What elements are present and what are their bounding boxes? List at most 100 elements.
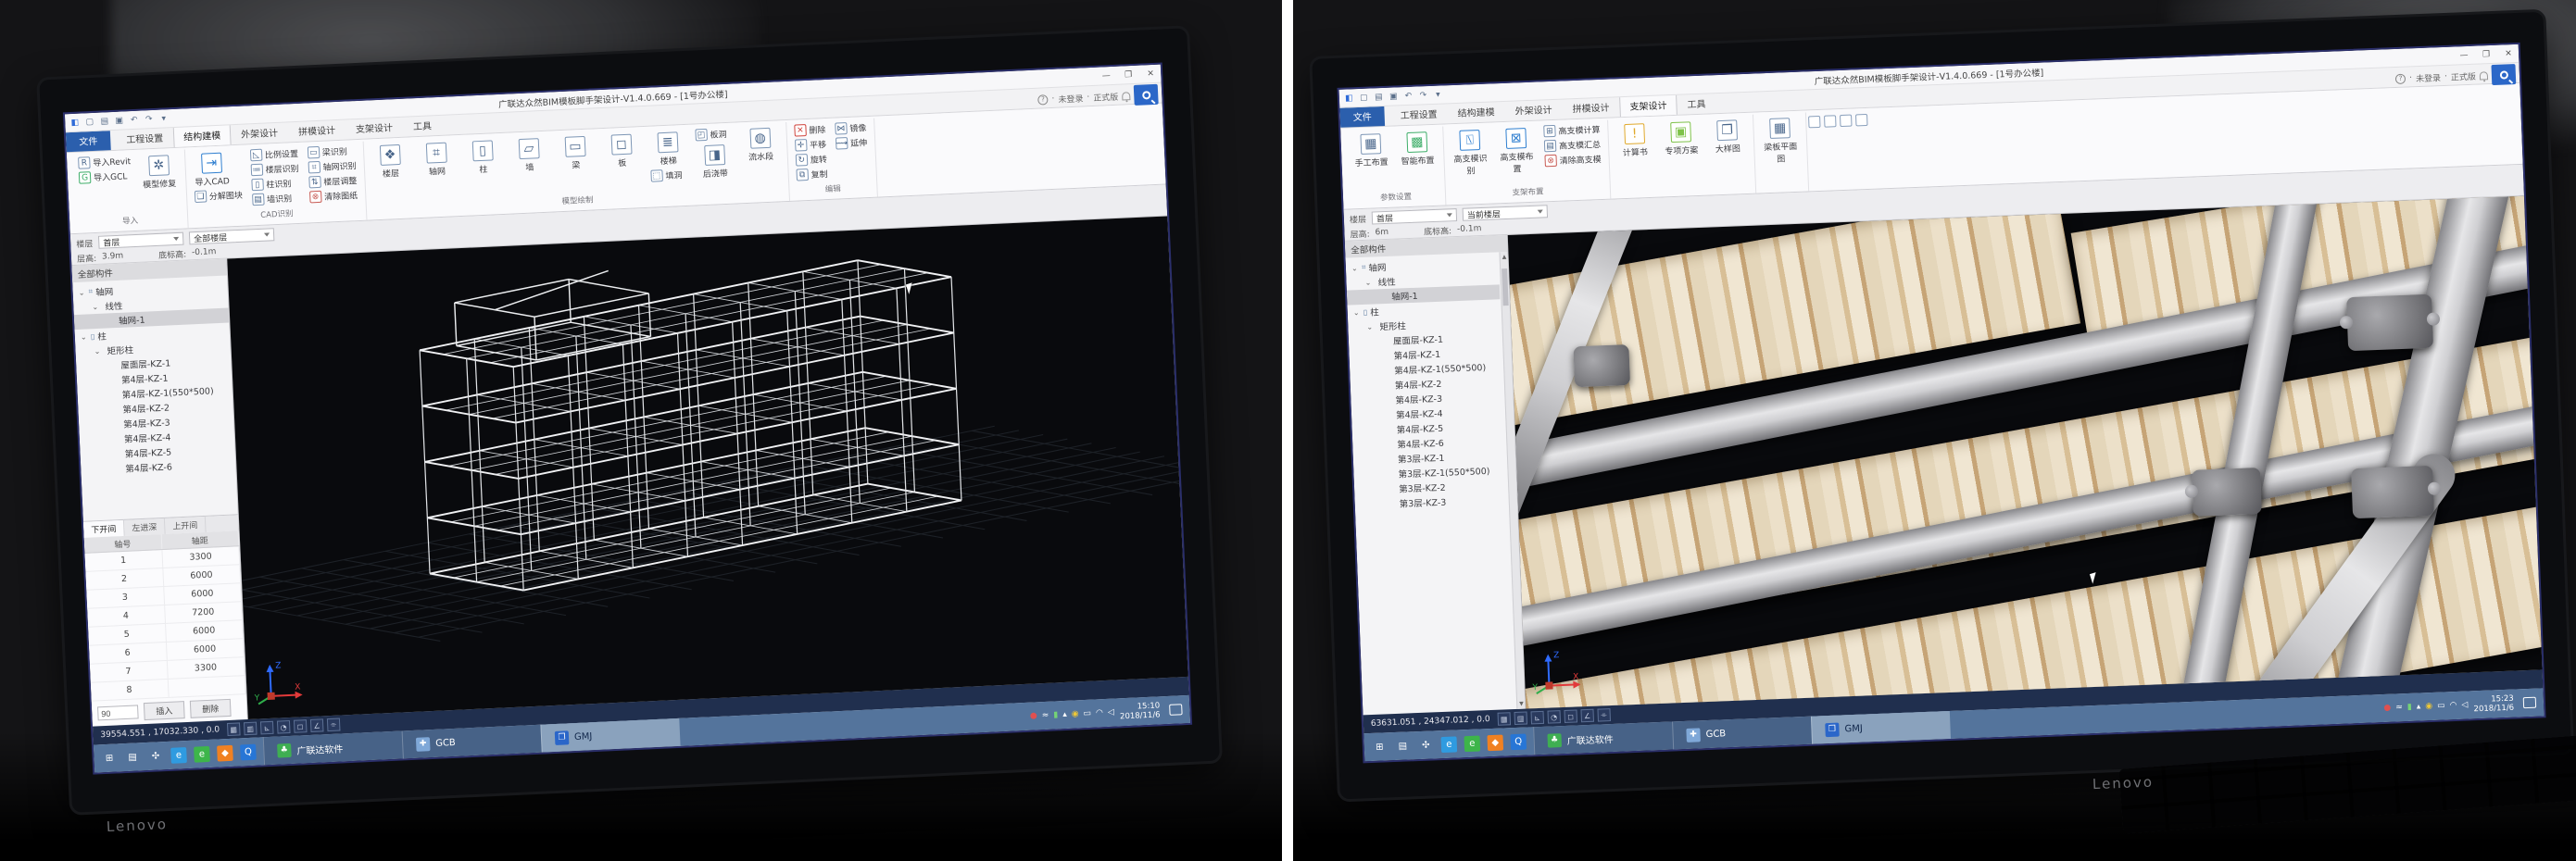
quick-access-icon[interactable]: ▢	[83, 116, 96, 129]
quick-access-icon[interactable]: ▢	[1358, 92, 1370, 104]
quick-access-icon[interactable]: ↶	[1402, 90, 1414, 102]
tray-icon[interactable]: ●	[2383, 704, 2391, 713]
axis-table-tab[interactable]: 下开间	[83, 520, 125, 538]
status-tool-icon[interactable]: ⌯	[1597, 708, 1611, 722]
ribbon-button[interactable]: ▤ 墙识别	[250, 191, 303, 207]
viewport-3d-building[interactable]: Z X Y	[227, 216, 1188, 719]
ribbon-button[interactable]: ▯ 柱	[461, 137, 504, 177]
tray-icon[interactable]: ◁	[2461, 701, 2468, 710]
ribbon-button[interactable]: ⬚ 填洞	[648, 168, 690, 183]
minimize-button[interactable]: —	[1100, 70, 1112, 81]
help-icon[interactable]: ?	[2395, 73, 2406, 83]
taskbar-app-icon[interactable]: ✣	[147, 748, 164, 765]
ribbon-button[interactable]: ✲ 模型修复	[138, 152, 181, 192]
ribbon-button[interactable]: ⍂ 高支模识别	[1449, 127, 1491, 179]
taskbar-app-icon[interactable]: Q	[1510, 733, 1527, 750]
bell-icon[interactable]	[1122, 92, 1130, 100]
tray-icon[interactable]: ▭	[1083, 709, 1091, 718]
ribbon-button[interactable]: ❐ 大样图	[1706, 117, 1749, 156]
ribbon-button[interactable]: ⋈ 镜像	[833, 120, 869, 136]
ribbon-button[interactable]: ⌗ 轴网	[415, 139, 458, 179]
ribbon-button[interactable]: ❖ 楼层	[370, 141, 412, 181]
status-tool-icon[interactable]: ▥	[244, 722, 258, 736]
bell-icon[interactable]	[2480, 71, 2488, 80]
login-status[interactable]: 未登录	[1058, 92, 1084, 105]
taskbar-app-icon[interactable]: e	[1464, 735, 1480, 752]
ribbon-button[interactable]: R 导入Revit	[76, 154, 132, 170]
taskbar-app-icon[interactable]: ◆	[217, 744, 233, 761]
ribbon-button[interactable]: ⊗ 清除图纸	[308, 188, 360, 205]
ribbon-button[interactable]: ⌗ 轴网识别	[306, 158, 358, 175]
search-button[interactable]	[2491, 64, 2516, 85]
ribbon-button[interactable]: ≣ 楼梯	[647, 129, 689, 168]
ribbon-button[interactable]: ◻ 板	[600, 131, 643, 170]
axis-value-input[interactable]	[97, 705, 139, 720]
view-mini-icon[interactable]	[1824, 115, 1836, 127]
ribbon-button[interactable]: ⇥ 导入CAD	[191, 149, 233, 189]
taskbar-app-icon[interactable]: ▤	[124, 749, 141, 766]
ribbon-button[interactable]: ⧉ 复制	[794, 167, 830, 182]
taskbar-clock[interactable]: 15:10 2018/11/6	[1119, 701, 1160, 721]
ribbon-button[interactable]: ▭ 梁识别	[306, 144, 358, 160]
taskbar-clock[interactable]: 15:23 2018/11/6	[2473, 693, 2514, 714]
quick-access-icon[interactable]: ◧	[69, 117, 82, 130]
ribbon-button[interactable]: ▭ 梁	[554, 132, 597, 172]
minimize-button[interactable]: —	[2457, 50, 2470, 60]
status-tool-icon[interactable]: ◔	[277, 720, 291, 734]
view-mini-icon[interactable]	[1808, 116, 1820, 128]
quick-access-icon[interactable]: ▾	[157, 112, 170, 125]
file-menu-button[interactable]: 文件	[1339, 106, 1385, 128]
ribbon-button[interactable]: ◨ 后浇带	[694, 142, 736, 181]
login-status[interactable]: 未登录	[2416, 71, 2441, 84]
quick-access-icon[interactable]: ▤	[98, 115, 111, 128]
tray-icon[interactable]: ▭	[2437, 701, 2445, 710]
status-tool-icon[interactable]: ◻	[1564, 709, 1577, 723]
tray-icon[interactable]: ◉	[1072, 709, 1079, 718]
tray-icon[interactable]: ●	[1030, 711, 1037, 720]
status-tool-icon[interactable]: ◻	[294, 719, 308, 733]
ribbon-button[interactable]: ◍ 流水段	[739, 124, 782, 164]
ribbon-tab[interactable]: 工具	[1677, 92, 1716, 115]
quick-access-icon[interactable]: ↷	[143, 113, 156, 126]
maximize-button[interactable]: ❐	[2480, 49, 2493, 59]
taskbar-app-icon[interactable]: e	[1440, 736, 1457, 753]
ribbon-button[interactable]: ▤ 高支模汇总	[1542, 137, 1603, 153]
ribbon-button[interactable]: ✕ 删除	[792, 122, 828, 138]
taskbar-window-button[interactable]: ❒ GMJ	[540, 718, 680, 753]
status-tool-icon[interactable]: ▥	[1514, 712, 1527, 726]
status-tool-icon[interactable]: ▦	[1497, 712, 1511, 726]
axis-table-tab[interactable]: 左进深	[124, 518, 166, 536]
notification-center-icon[interactable]	[2523, 697, 2536, 709]
quick-access-icon[interactable]: ↶	[128, 114, 141, 127]
tray-icon[interactable]: ≈	[1042, 711, 1049, 720]
ribbon-button[interactable]: ◺ 比例设置	[248, 146, 301, 163]
taskbar-app-icon[interactable]: ⊞	[101, 750, 118, 767]
quick-access-icon[interactable]: ▤	[1373, 91, 1385, 103]
taskbar-window-button[interactable]: ✚ GCB	[402, 725, 542, 759]
ribbon-button[interactable]: ✛ 平移	[793, 137, 829, 153]
tray-icon[interactable]: ◠	[1096, 708, 1103, 718]
ribbon-button[interactable]: ⊗ 清除高支模	[1542, 152, 1603, 168]
quick-access-icon[interactable]: ↷	[1417, 89, 1429, 101]
ribbon-tab[interactable]: 工具	[402, 114, 442, 137]
taskbar-app-icon[interactable]: ◆	[1487, 734, 1503, 751]
taskbar-app-icon[interactable]: e	[170, 747, 187, 764]
tray-icon[interactable]: ▮	[2407, 703, 2412, 712]
tray-icon[interactable]: ◁	[1108, 708, 1114, 718]
tray-icon[interactable]: ◉	[2425, 702, 2432, 711]
ribbon-button[interactable]: ⟿ 延伸	[834, 135, 870, 151]
status-tool-icon[interactable]: ⊾	[1530, 711, 1544, 725]
taskbar-app-icon[interactable]: ▤	[1395, 738, 1412, 755]
ribbon-button[interactable]: ❏ 分解图块	[193, 188, 245, 205]
quick-access-icon[interactable]: ▣	[113, 114, 126, 127]
tray-icon[interactable]: ▴	[2417, 702, 2421, 711]
tray-icon[interactable]: ◠	[2449, 701, 2457, 710]
taskbar-app-icon[interactable]: ✣	[1418, 737, 1435, 754]
taskbar-app-icon[interactable]: e	[194, 745, 210, 762]
taskbar-app-icon[interactable]: Q	[240, 743, 257, 760]
close-button[interactable]: ✕	[2502, 49, 2515, 59]
view-mini-icon[interactable]	[1855, 114, 1867, 126]
ribbon-button[interactable]: ↻ 旋转	[793, 152, 829, 168]
status-tool-icon[interactable]: ∠	[310, 718, 324, 732]
status-tool-icon[interactable]: ▦	[227, 722, 241, 736]
